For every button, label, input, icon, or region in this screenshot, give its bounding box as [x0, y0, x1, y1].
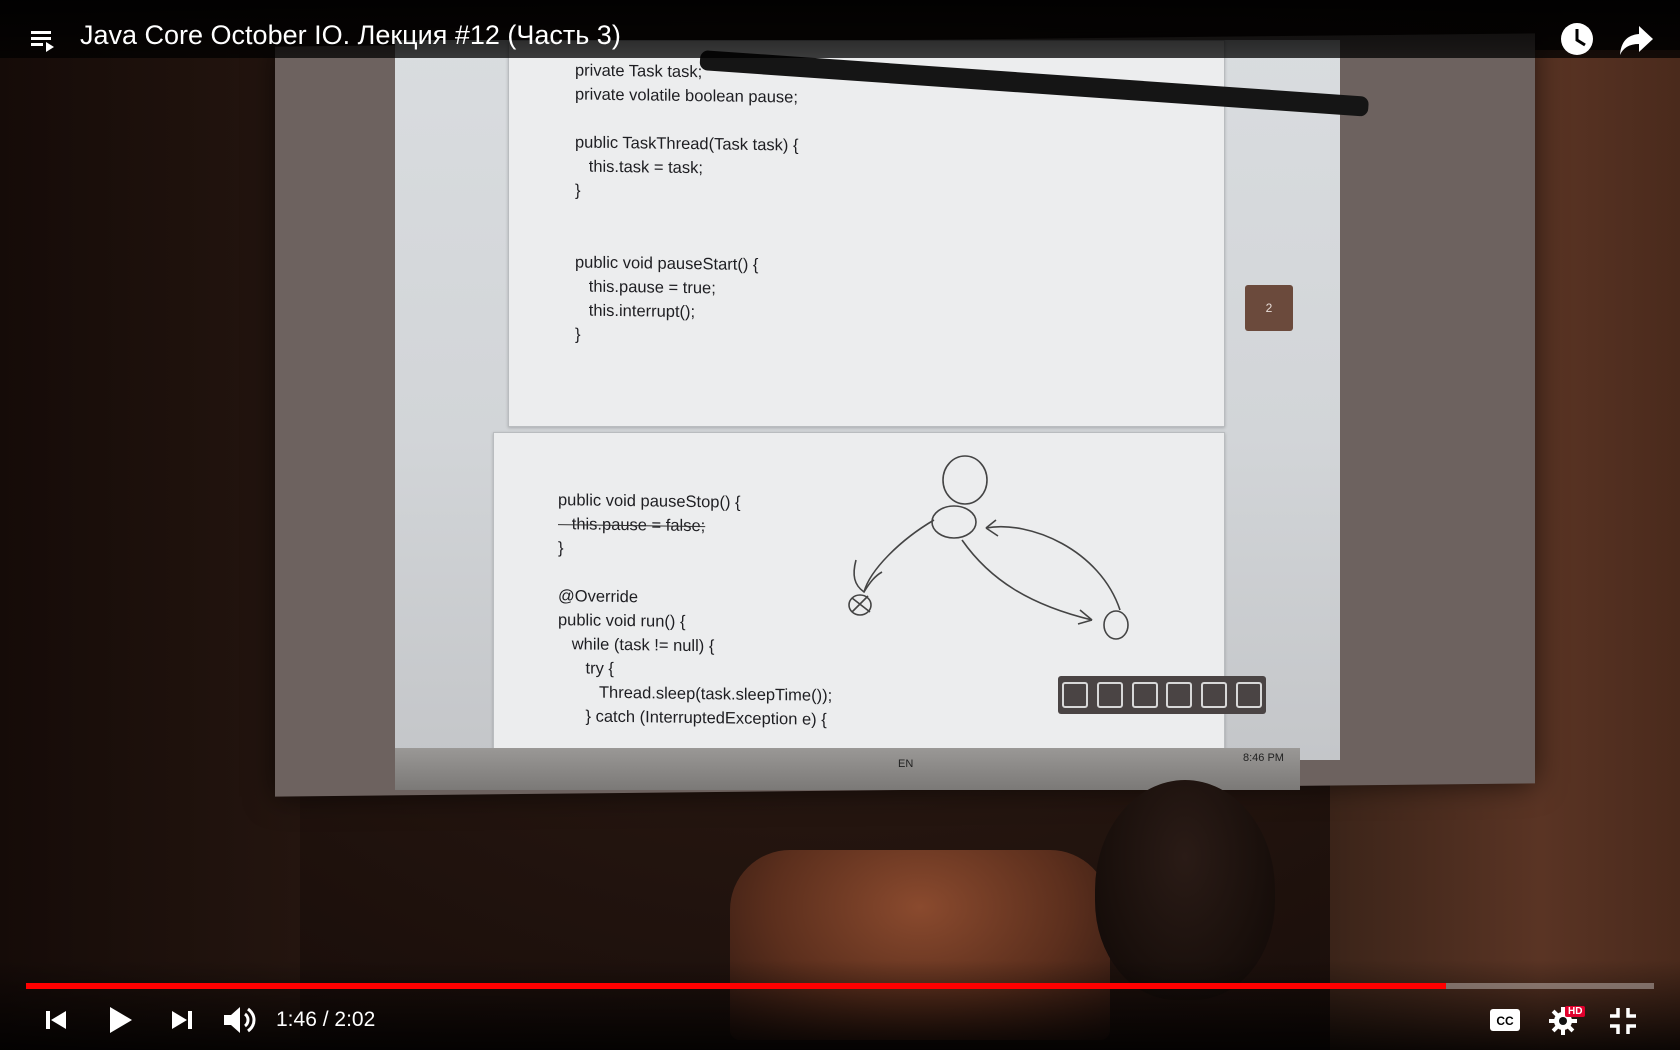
zoom-in-icon — [1166, 682, 1193, 708]
code-line: this.interrupt(); — [575, 301, 696, 322]
code-line: this.pause = true; — [575, 277, 716, 298]
hd-badge: HD — [1565, 1006, 1586, 1017]
captions-icon[interactable]: CC — [1488, 1006, 1522, 1034]
playlist-icon[interactable] — [28, 24, 60, 56]
code-line: this.task = task; — [575, 157, 703, 178]
progress-bar[interactable] — [26, 983, 1654, 989]
video-frame[interactable]: private Task task; private volatile boole… — [0, 0, 1680, 1050]
progress-played — [26, 983, 1446, 989]
save-icon — [1200, 682, 1227, 708]
code-line: } catch (InterruptedException e) { — [558, 707, 827, 729]
taskbar-language: EN — [898, 758, 914, 770]
taskbar-clock: 8:46 PM — [1243, 752, 1284, 764]
play-icon[interactable] — [102, 1002, 138, 1038]
clock-icon[interactable] — [1558, 20, 1596, 58]
volume-icon[interactable] — [220, 1002, 260, 1038]
zoom-out-icon — [1131, 682, 1158, 708]
diagram-arrow-right — [961, 539, 1093, 621]
code-block-1: private Task task; private volatile boole… — [575, 58, 798, 349]
share-icon[interactable] — [1618, 22, 1656, 58]
diagram-node-center — [931, 505, 977, 539]
code-line: } — [575, 181, 581, 200]
wall-left — [0, 50, 300, 1050]
code-line: public void pauseStart() { — [575, 253, 759, 275]
time-separator: / — [322, 1008, 329, 1031]
print-icon — [1235, 682, 1262, 708]
time-current: 1:46 — [276, 1008, 317, 1031]
fit-width-icon — [1096, 682, 1123, 708]
video-title[interactable]: Java Core October IO. Лекция #12 (Часть … — [80, 20, 621, 51]
time-total: 2:02 — [334, 1008, 376, 1031]
hand-drawn-diagram — [848, 455, 1129, 640]
code-line: public TaskThread(Task task) { — [575, 133, 799, 155]
code-line: private volatile boolean pause; — [575, 85, 798, 107]
page-number-badge: 2 — [1245, 285, 1293, 331]
exit-fullscreen-icon[interactable] — [1606, 1004, 1640, 1038]
viewer-zoom-toolbar — [1058, 676, 1266, 714]
code-block-2: public void pauseStop() { this.pause = f… — [558, 488, 832, 732]
code-line: } — [575, 325, 581, 344]
fit-page-icon — [1062, 682, 1089, 708]
next-icon[interactable] — [166, 1004, 198, 1036]
code-line: this.pause = false; — [558, 515, 706, 536]
svg-text:CC: CC — [1496, 1014, 1514, 1028]
diagram-node-bottom-right — [1103, 610, 1129, 640]
diagram-node-top — [942, 455, 988, 505]
previous-icon[interactable] — [40, 1004, 72, 1036]
diagram-arrow-left — [863, 519, 935, 593]
time-display: 1:46 / 2:02 — [276, 1008, 375, 1032]
player-top-bar: Java Core October IO. Лекция #12 (Часть … — [0, 0, 1680, 58]
diagram-arrow-back — [985, 519, 1121, 611]
